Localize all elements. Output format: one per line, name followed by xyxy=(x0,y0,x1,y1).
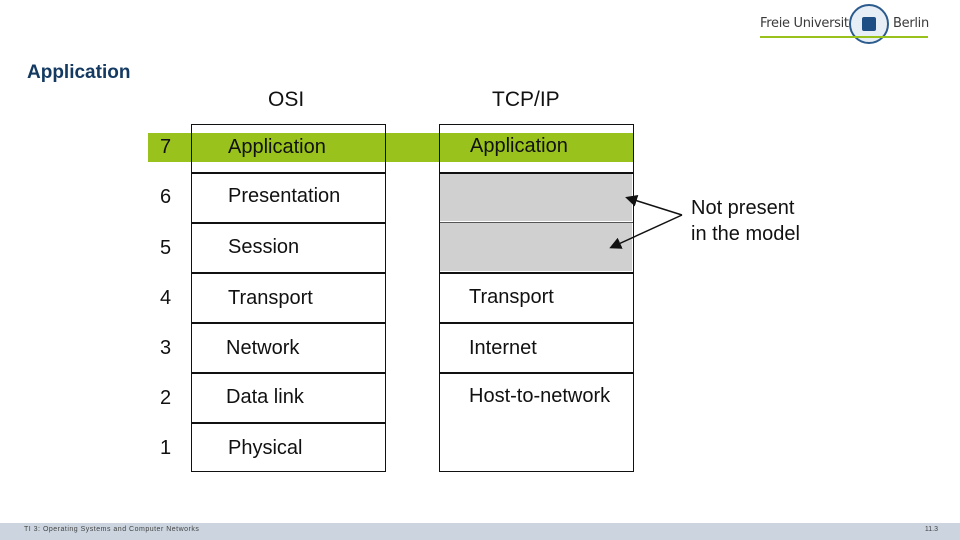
tcpip-divider xyxy=(440,272,633,274)
osi-divider xyxy=(192,172,385,174)
logo-text-left: Freie Universität xyxy=(760,16,862,31)
tcpip-divider xyxy=(440,322,633,324)
layer-number: 2 xyxy=(160,387,172,409)
tcpip-title: TCP/IP xyxy=(492,88,560,111)
osi-divider xyxy=(192,322,385,324)
tcpip-divider xyxy=(440,172,633,174)
tcpip-layer-host-to-network: Host-to-network xyxy=(469,385,611,407)
osi-layer-application: Application xyxy=(228,136,326,158)
tcpip-layer-internet: Internet xyxy=(469,337,537,359)
osi-title: OSI xyxy=(268,88,305,111)
note-line-1: Not present xyxy=(691,197,795,219)
layer-number: 5 xyxy=(160,237,172,259)
layer-number: 1 xyxy=(160,437,172,459)
not-present-note: Not present in the model xyxy=(691,195,800,247)
osi-layer-network: Network xyxy=(226,337,300,359)
course-title: TI 3: Operating Systems and Computer Net… xyxy=(24,526,200,533)
osi-divider xyxy=(192,372,385,374)
arrow-to-session xyxy=(609,214,683,249)
osi-divider xyxy=(192,422,385,424)
arrow-to-presentation xyxy=(625,194,683,216)
layer-number: 6 xyxy=(160,186,172,208)
osi-layer-presentation: Presentation xyxy=(228,185,341,207)
footer-bar: TI 3: Operating Systems and Computer Net… xyxy=(0,523,960,540)
logo-underline xyxy=(760,36,928,38)
page-number: 11.3 xyxy=(924,526,938,533)
note-line-2: in the model xyxy=(691,223,800,245)
osi-layer-transport: Transport xyxy=(228,287,313,309)
layer-number: 7 xyxy=(160,136,172,158)
slide-title: Application xyxy=(27,62,131,83)
note-arrows xyxy=(609,194,683,249)
tcpip-layer-transport: Transport xyxy=(469,286,554,308)
osi-layer-session: Session xyxy=(228,236,300,258)
university-logo: Freie Universität Berlin xyxy=(758,4,929,44)
tcpip-divider xyxy=(440,372,633,374)
layer-number: 3 xyxy=(160,337,172,359)
osi-layer-physical: Physical xyxy=(228,437,303,459)
layer-number: 4 xyxy=(160,287,172,309)
osi-divider xyxy=(192,272,385,274)
osi-layer-data-link: Data link xyxy=(226,386,304,408)
university-seal-icon xyxy=(849,4,889,44)
logo-text-right: Berlin xyxy=(893,16,929,31)
tcpip-layer-application: Application xyxy=(470,135,568,157)
osi-divider xyxy=(192,222,385,224)
